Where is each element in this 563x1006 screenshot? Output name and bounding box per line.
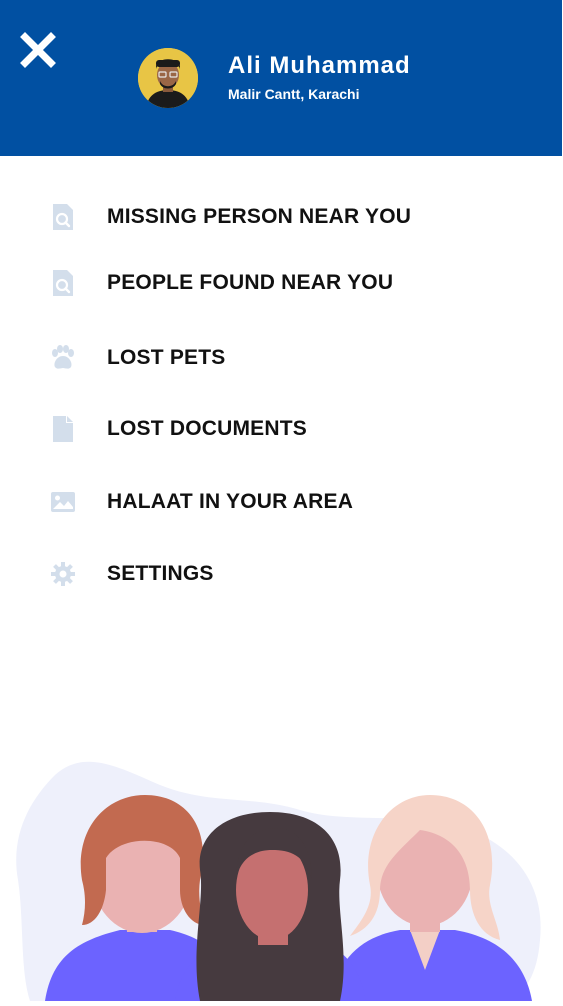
menu-item-label: LOST DOCUMENTS <box>107 417 307 440</box>
people-illustration <box>0 740 563 1001</box>
menu-item-people-found[interactable]: PEOPLE FOUND NEAR YOU <box>0 255 563 311</box>
image-icon <box>48 488 78 516</box>
menu-item-lost-documents[interactable]: LOST DOCUMENTS <box>0 401 563 457</box>
menu-item-label: LOST PETS <box>107 346 226 369</box>
menu-item-label: MISSING PERSON NEAR YOU <box>107 205 412 228</box>
menu-item-label: PEOPLE FOUND NEAR YOU <box>107 271 394 294</box>
avatar[interactable] <box>138 48 198 108</box>
menu-item-lost-pets[interactable]: LOST PETS <box>0 330 563 386</box>
menu-item-halaat[interactable]: HALAAT IN YOUR AREA <box>0 474 563 530</box>
menu-item-missing-person[interactable]: MISSING PERSON NEAR YOU <box>0 189 563 245</box>
menu-item-label: SETTINGS <box>107 562 214 585</box>
avatar-image <box>138 48 198 108</box>
menu-item-settings[interactable]: SETTINGS <box>0 546 563 602</box>
file-search-icon <box>48 203 78 231</box>
close-icon <box>20 32 56 68</box>
menu-item-label: HALAAT IN YOUR AREA <box>107 490 354 513</box>
file-search-icon <box>48 269 78 297</box>
user-location: Malir Cantt, Karachi <box>228 86 360 102</box>
gear-icon <box>48 560 78 588</box>
user-name: Ali Muhammad <box>228 52 411 79</box>
drawer-header: Ali Muhammad Malir Cantt, Karachi <box>0 0 562 156</box>
close-button[interactable] <box>20 32 56 68</box>
paw-icon <box>48 344 78 372</box>
document-icon <box>48 415 78 443</box>
